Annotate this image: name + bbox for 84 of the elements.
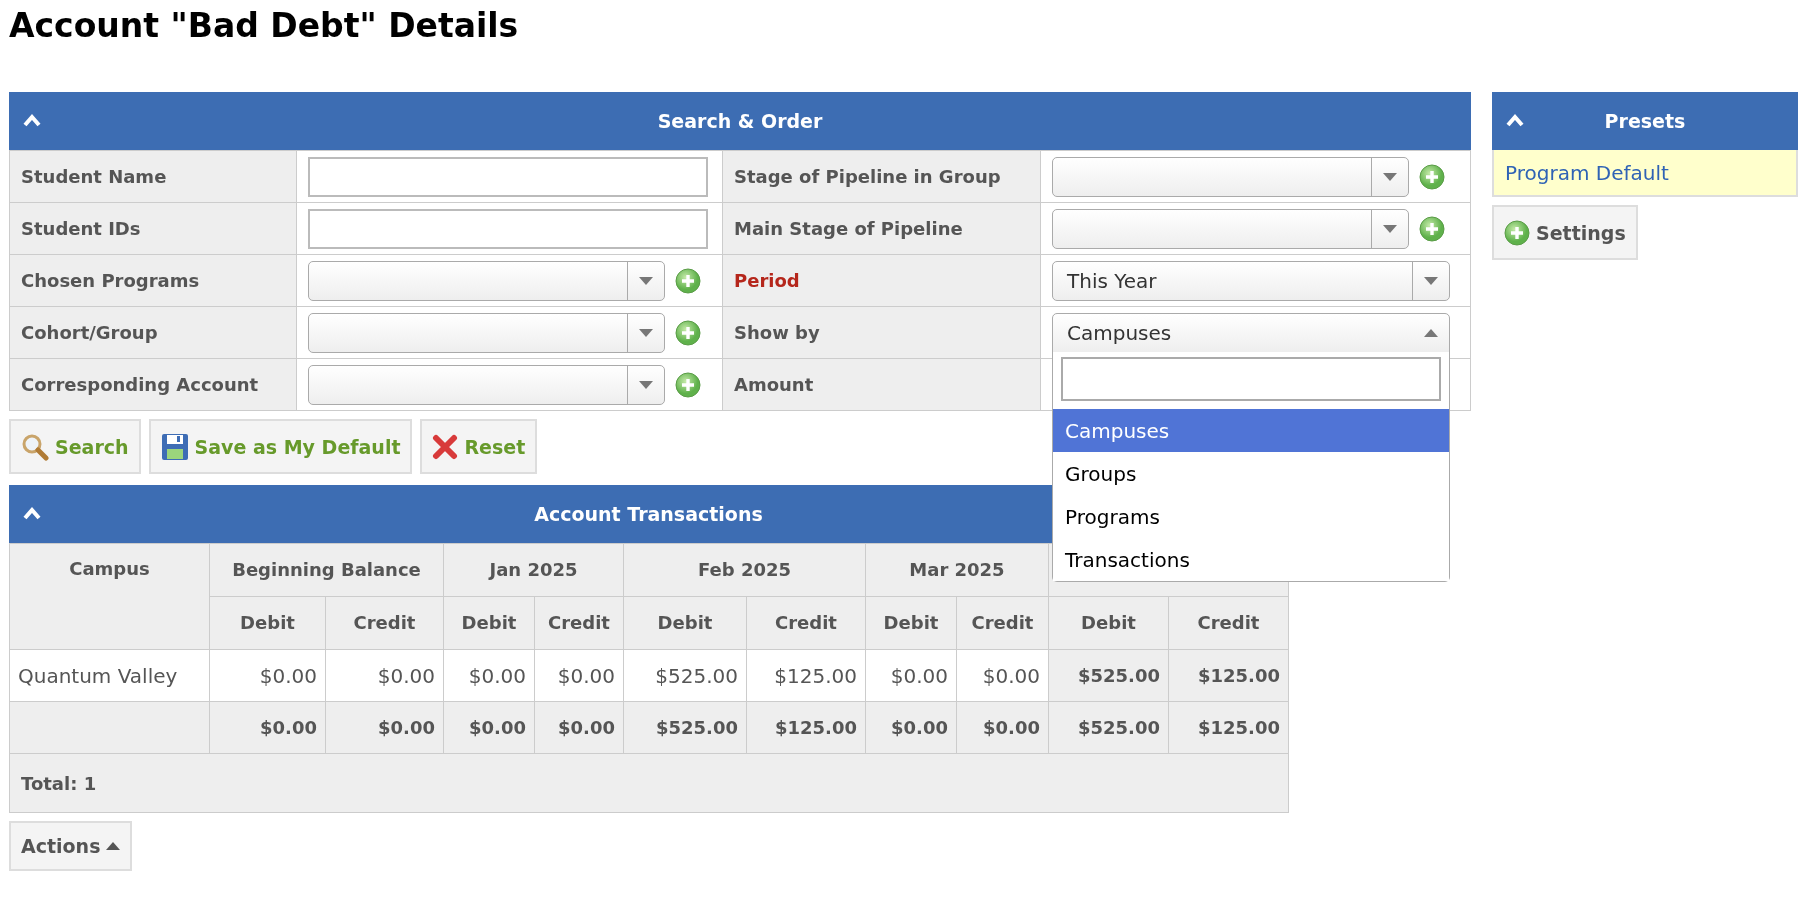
add-icon[interactable] xyxy=(675,319,701,346)
column-header: Credit xyxy=(534,596,624,650)
dropdown-arrow-icon xyxy=(1424,328,1438,337)
select-field[interactable] xyxy=(1052,156,1409,197)
column-header: Credit xyxy=(325,596,444,650)
field-label: Student Name xyxy=(10,151,297,203)
table-cell: $0.00 xyxy=(325,701,444,754)
table-cell: $525.00 xyxy=(1048,701,1169,754)
panel-title: Account Transactions xyxy=(534,503,763,525)
column-header: Campus xyxy=(9,543,210,650)
add-icon[interactable] xyxy=(1419,215,1445,242)
table-cell: $0.00 xyxy=(956,649,1049,702)
field-label: Main Stage of Pipeline xyxy=(723,203,1041,255)
preset-link[interactable]: Program Default xyxy=(1492,150,1798,197)
column-header: Mar 2025 xyxy=(865,543,1049,597)
table-cell: $525.00 xyxy=(623,649,747,702)
dropdown-option[interactable]: Campuses xyxy=(1053,409,1449,452)
table-cell: $0.00 xyxy=(443,649,535,702)
column-header: Credit xyxy=(1168,596,1289,650)
panel-title: Search & Order xyxy=(657,110,823,132)
table-cell: $0.00 xyxy=(534,649,624,702)
field-label: Corresponding Account xyxy=(10,359,297,411)
collapse-icon[interactable] xyxy=(1506,113,1524,127)
column-header: Beginning Balance xyxy=(209,543,444,597)
table-cell: Quantum Valley xyxy=(9,649,210,702)
search-field[interactable] xyxy=(1061,357,1441,401)
actions-button[interactable]: Actions xyxy=(9,821,133,871)
dropdown-arrow-icon xyxy=(639,276,653,285)
field-label: Student IDs xyxy=(10,203,297,255)
add-icon[interactable] xyxy=(675,267,701,294)
field-label: Chosen Programs xyxy=(10,255,297,307)
collapse-icon[interactable] xyxy=(23,113,41,127)
settings-button[interactable]: Settings xyxy=(1492,205,1638,260)
field-label: Show by xyxy=(723,307,1041,359)
table-cell: $125.00 xyxy=(1168,649,1289,702)
table-cell: $0.00 xyxy=(443,701,535,754)
text-field[interactable] xyxy=(308,156,708,197)
dropdown-arrow-icon xyxy=(1424,276,1438,285)
page-title: Account "Bad Debt" Details xyxy=(9,5,520,47)
field-label: Amount xyxy=(723,359,1041,411)
field-label: Period xyxy=(723,255,1041,307)
column-header: Debit xyxy=(443,596,535,650)
text-field[interactable] xyxy=(308,208,708,249)
column-header: Debit xyxy=(865,596,957,650)
column-header: Debit xyxy=(209,596,326,650)
select-field[interactable]: Campuses xyxy=(1052,312,1450,353)
column-header: Feb 2025 xyxy=(623,543,866,597)
add-icon[interactable] xyxy=(1504,219,1530,246)
column-header: Credit xyxy=(746,596,866,650)
table-cell: $0.00 xyxy=(865,701,957,754)
row-count: Total: 1 xyxy=(21,772,97,794)
table-cell: $525.00 xyxy=(623,701,747,754)
table-cell: $125.00 xyxy=(746,701,866,754)
dropdown-arrow-icon xyxy=(639,328,653,337)
cross-icon xyxy=(432,433,459,460)
field-label: Cohort/Group xyxy=(10,307,297,359)
select-field[interactable] xyxy=(308,260,665,301)
table-cell: $525.00 xyxy=(1048,649,1169,702)
table-cell: $125.00 xyxy=(746,649,866,702)
field-label: Stage of Pipeline in Group xyxy=(723,151,1041,203)
dropdown-arrow-icon xyxy=(639,380,653,389)
column-header: Credit xyxy=(956,596,1049,650)
table-cell: $0.00 xyxy=(325,649,444,702)
panel-title: Presets xyxy=(1604,110,1686,132)
caret-icon xyxy=(106,842,121,850)
table-cell: $0.00 xyxy=(865,649,957,702)
dropdown-arrow-icon xyxy=(1383,224,1397,233)
select-field[interactable] xyxy=(308,364,665,405)
table-cell: $125.00 xyxy=(1168,701,1289,754)
add-icon[interactable] xyxy=(1419,163,1445,190)
table-cell: $0.00 xyxy=(534,701,624,754)
collapse-icon[interactable] xyxy=(23,506,41,520)
column-header: Jan 2025 xyxy=(443,543,624,597)
select-field[interactable] xyxy=(1052,208,1409,249)
table-cell: $0.00 xyxy=(209,701,326,754)
select-field[interactable] xyxy=(308,312,665,353)
magnifier-icon xyxy=(21,432,49,461)
dropdown-arrow-icon xyxy=(1383,172,1397,181)
add-icon[interactable] xyxy=(675,371,701,398)
column-header: Debit xyxy=(1048,596,1169,650)
column-header: Debit xyxy=(623,596,747,650)
select-field[interactable]: This Year xyxy=(1052,260,1450,301)
table-cell: $0.00 xyxy=(956,701,1049,754)
table-cell: $0.00 xyxy=(209,649,326,702)
